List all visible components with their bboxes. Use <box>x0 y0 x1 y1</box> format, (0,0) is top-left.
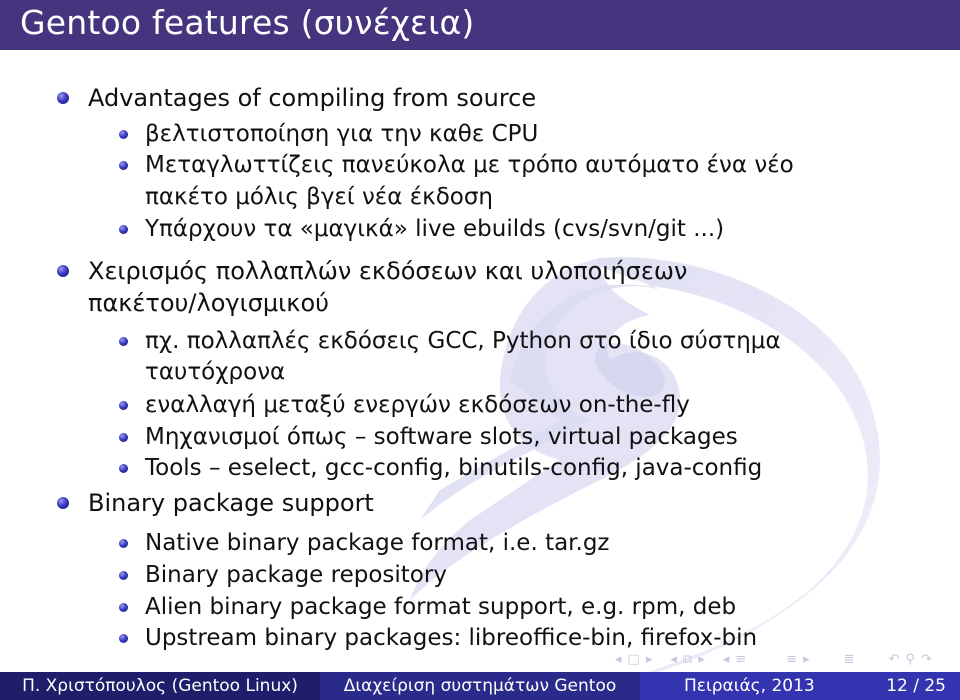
sub-list-item-continuation: πακέτο μόλις βγεί νέα έκδοση <box>145 184 493 210</box>
navigation-bar: ◂ □ ▸ ◂ ⧉ ▸ ◂ ≡ ≡ ▸ ≣ ↶ ⚲ ↷ <box>612 648 935 670</box>
bullet-icon <box>119 571 128 580</box>
slide-content: Advantages of compiling from source βελτ… <box>0 0 960 700</box>
prev-slide-icon[interactable]: ◂ <box>670 652 677 667</box>
section-icon[interactable]: ≡ <box>735 652 746 667</box>
bullet-icon <box>119 401 128 410</box>
slide-icon[interactable]: ⧉ <box>683 652 692 667</box>
bullet-icon <box>119 130 128 139</box>
bullet-icon <box>119 433 128 442</box>
footer-presentation-title: Διαχείριση συστημάτων Gentoo <box>320 672 640 700</box>
sub-list-item: βελτιστοποίηση για την καθε CPU <box>145 121 539 147</box>
undo-icon[interactable]: ↶ <box>889 652 900 667</box>
sub-list-item: πχ. πολλαπλές εκδόσεις GCC, Python στο ί… <box>145 328 781 354</box>
prev-frame-icon[interactable]: ◂ <box>615 652 622 667</box>
sub-list-item: Μηχανισμοί όπως – software slots, virtua… <box>145 424 738 450</box>
list-item: Binary package support <box>88 489 374 517</box>
sub-list-item: Υπάρχουν τα «μαγικά» live ebuilds (cvs/s… <box>145 216 725 242</box>
redo-icon[interactable]: ↷ <box>921 652 932 667</box>
bullet-icon <box>57 265 69 277</box>
sub-list-item: Μεταγλωττίζεις πανεύκολα με τρόπο αυτόμα… <box>145 152 794 178</box>
sub-list-item: Binary package repository <box>145 562 447 588</box>
page-number: 12 / 25 <box>886 676 946 696</box>
bullet-icon <box>119 337 128 346</box>
sub-list-item: Native binary package format, i.e. tar.g… <box>145 530 610 556</box>
subsection-icon[interactable]: ≡ <box>786 652 797 667</box>
sub-list-item: Tools – eselect, gcc-config, binutils-co… <box>145 455 763 481</box>
sub-list-item-continuation: ταυτόχρονα <box>145 359 286 385</box>
bullet-icon <box>119 464 128 473</box>
bullet-icon <box>119 161 128 170</box>
prev-section-icon[interactable]: ◂ <box>723 652 730 667</box>
bullet-icon <box>119 603 128 612</box>
search-icon[interactable]: ⚲ <box>905 652 915 667</box>
footer-author: Π. Χριστόπουλος (Gentoo Linux) <box>0 672 320 700</box>
bullet-icon <box>119 225 128 234</box>
sub-list-item: εναλλαγή μεταξύ ενεργών εκδόσεων on-the-… <box>145 392 690 418</box>
frame-icon[interactable]: □ <box>628 652 640 667</box>
bullet-icon <box>119 634 128 643</box>
sub-list-item: Alien binary package format support, e.g… <box>145 594 737 620</box>
bullet-icon <box>57 92 69 104</box>
footer-right: Πειραιάς, 2013 12 / 25 <box>640 672 960 700</box>
bullet-icon <box>119 539 128 548</box>
next-frame-icon[interactable]: ▸ <box>646 652 653 667</box>
bullet-icon <box>57 497 69 509</box>
toc-icon[interactable]: ≣ <box>844 652 855 667</box>
next-slide-icon[interactable]: ▸ <box>698 652 705 667</box>
list-item: Advantages of compiling from source <box>88 84 537 112</box>
footer-date: Πειραιάς, 2013 <box>684 676 815 696</box>
next-section-icon[interactable]: ▸ <box>803 652 810 667</box>
footer: Π. Χριστόπουλος (Gentoo Linux) Διαχείρισ… <box>0 672 960 700</box>
list-item: Χειρισμός πολλαπλών εκδόσεων και υλοποιή… <box>88 257 688 285</box>
list-item-continuation: πακέτου/λογισμικού <box>88 289 330 317</box>
